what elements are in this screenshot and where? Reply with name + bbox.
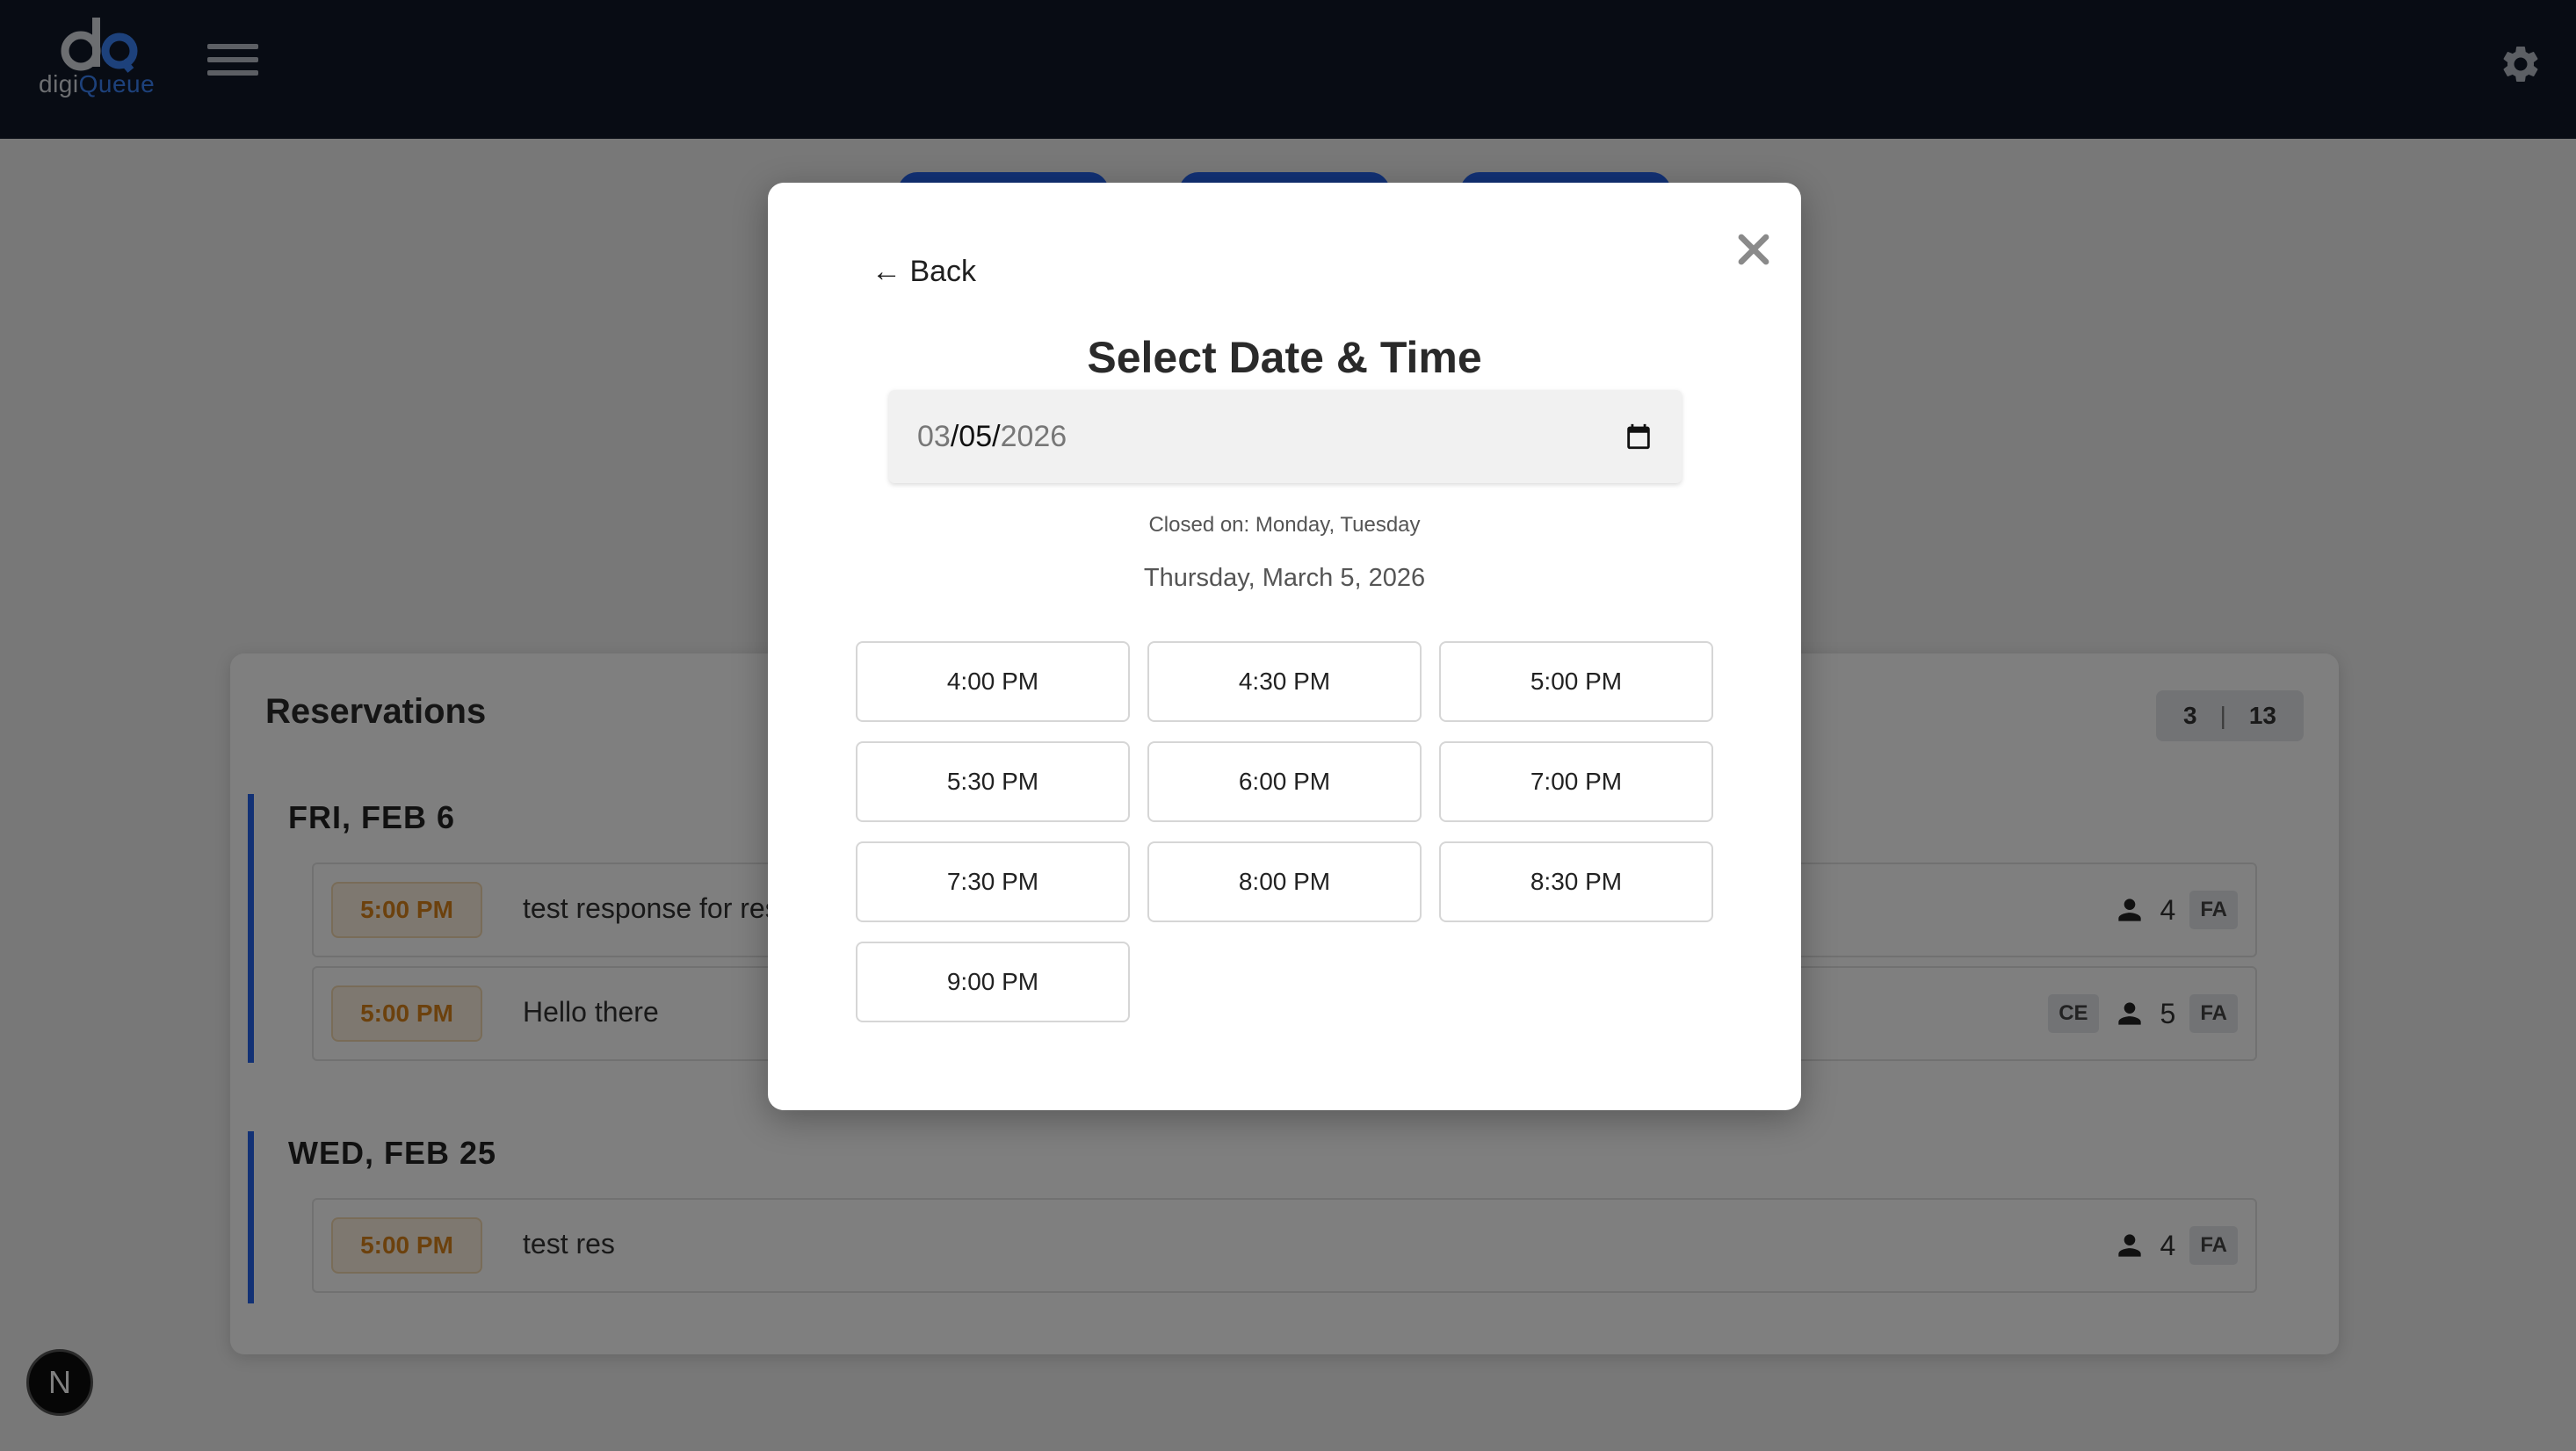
date-day: 05 <box>959 420 993 453</box>
time-slot-button[interactable]: 6:00 PM <box>1147 741 1422 822</box>
date-input-value: 03/05/2026 <box>917 420 1067 454</box>
time-slot-button[interactable]: 9:00 PM <box>856 942 1130 1022</box>
time-slot-button[interactable]: 4:00 PM <box>856 641 1130 722</box>
date-sep: / <box>950 420 959 453</box>
time-slot-button[interactable]: 7:00 PM <box>1439 741 1713 822</box>
time-slot-button[interactable]: 7:30 PM <box>856 841 1130 922</box>
date-time-modal: ← Back Select Date & Time 03/05/2026 Clo… <box>768 183 1801 1110</box>
time-slot-button[interactable]: 5:00 PM <box>1439 641 1713 722</box>
modal-title: Select Date & Time <box>1087 333 1482 382</box>
back-button[interactable]: ← Back <box>872 255 976 289</box>
time-slot-button[interactable]: 4:30 PM <box>1147 641 1422 722</box>
closed-days-note: Closed on: Monday, Tuesday <box>1148 513 1421 537</box>
close-icon[interactable] <box>1736 232 1771 267</box>
date-input[interactable]: 03/05/2026 <box>889 390 1682 483</box>
time-slot-button[interactable]: 8:30 PM <box>1439 841 1713 922</box>
selected-date-label: Thursday, March 5, 2026 <box>1143 564 1426 592</box>
time-slot-button[interactable]: 8:00 PM <box>1147 841 1422 922</box>
date-year: 2026 <box>1000 420 1067 453</box>
date-month: 03 <box>917 420 951 453</box>
time-slot-button[interactable]: 5:30 PM <box>856 741 1130 822</box>
calendar-icon[interactable] <box>1624 422 1653 451</box>
date-sep: / <box>992 420 1001 453</box>
